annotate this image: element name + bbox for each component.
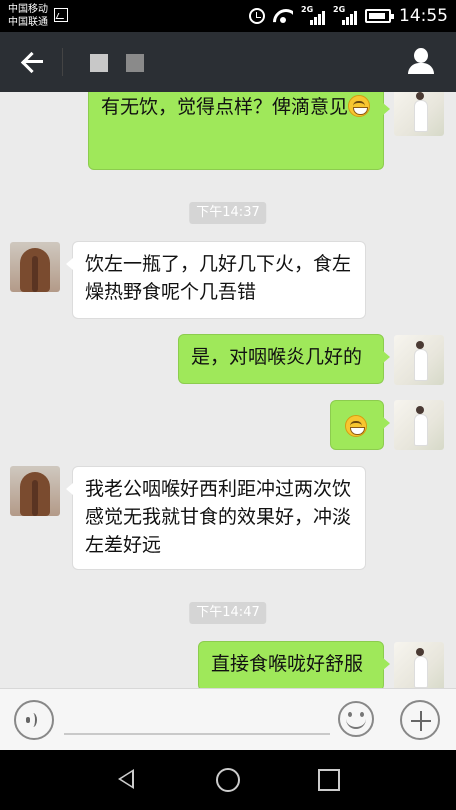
contact-name-block-2: [126, 54, 144, 72]
android-nav-bar: [0, 750, 456, 810]
incoming-message-bubble[interactable]: 饮左一瓶了，几好几下火，食左燥热野食呢个几吾错: [66, 241, 366, 319]
carrier-names: 中国移动 中国联通: [8, 3, 48, 29]
nav-back-icon[interactable]: [116, 768, 134, 790]
image-notification-icon: [54, 8, 68, 22]
status-time: 14:55: [399, 6, 448, 26]
message-input-bar: [0, 688, 456, 750]
incoming-message-bubble[interactable]: 我老公咽喉好西利距冲过两次饮感觉无我就甘食的效果好，冲淡左差好远: [66, 466, 366, 570]
chat-header: [0, 32, 456, 92]
contact-name-block-1: [90, 54, 108, 72]
grin-emoji-icon: [348, 95, 371, 117]
carrier-1: 中国移动: [8, 4, 48, 15]
message-text: 直接食喉咙好舒服: [211, 653, 364, 675]
contact-avatar[interactable]: [10, 242, 60, 292]
message-text: 我老公咽喉好西利距冲过两次饮感觉无我就甘食的效果好，冲淡左差好远: [85, 478, 352, 556]
back-arrow-icon[interactable]: [10, 42, 50, 82]
my-avatar[interactable]: [394, 642, 444, 688]
contact-profile-icon[interactable]: [406, 46, 438, 78]
message-input[interactable]: [64, 699, 330, 735]
my-avatar[interactable]: [394, 335, 444, 385]
wifi-icon: [273, 9, 293, 23]
more-options-plus-icon[interactable]: [400, 700, 440, 740]
timestamp-label: 下午14:37: [189, 202, 267, 224]
nav-recents-icon[interactable]: [318, 769, 340, 791]
outgoing-message-bubble[interactable]: 直接食喉咙好舒服: [198, 641, 390, 688]
timestamp-label: 下午14:47: [189, 602, 267, 624]
alarm-icon: [249, 8, 265, 24]
status-bar: 中国移动 中国联通 2G 2G 14:55: [0, 0, 456, 32]
voice-input-icon[interactable]: [14, 700, 54, 740]
grin-emoji-icon: [345, 415, 367, 437]
outgoing-message-bubble[interactable]: 是，对咽喉炎几好的: [178, 334, 390, 384]
signal-icon-2: 2G: [333, 5, 357, 25]
outgoing-message-bubble[interactable]: [330, 400, 390, 450]
nav-home-icon[interactable]: [216, 768, 240, 792]
my-avatar[interactable]: [394, 92, 444, 136]
carrier-2: 中国联通: [8, 17, 48, 28]
message-list[interactable]: 有无饮，觉得点样？俾滴意见 下午14:37 饮左一瓶了，几好几下火，食左燥热野食…: [0, 92, 456, 688]
emoji-picker-icon[interactable]: [338, 701, 374, 737]
message-text: 有无饮，觉得点样？俾滴意见: [101, 96, 349, 118]
header-divider: [62, 48, 63, 76]
battery-icon: [365, 9, 394, 23]
message-text: 是，对咽喉炎几好的: [191, 346, 363, 368]
message-text: 饮左一瓶了，几好几下火，食左燥热野食呢个几吾错: [85, 253, 352, 303]
my-avatar[interactable]: [394, 400, 444, 450]
contact-avatar[interactable]: [10, 466, 60, 516]
outgoing-message-bubble[interactable]: 有无饮，觉得点样？俾滴意见: [88, 92, 390, 170]
signal-icon-1: 2G: [301, 5, 325, 25]
